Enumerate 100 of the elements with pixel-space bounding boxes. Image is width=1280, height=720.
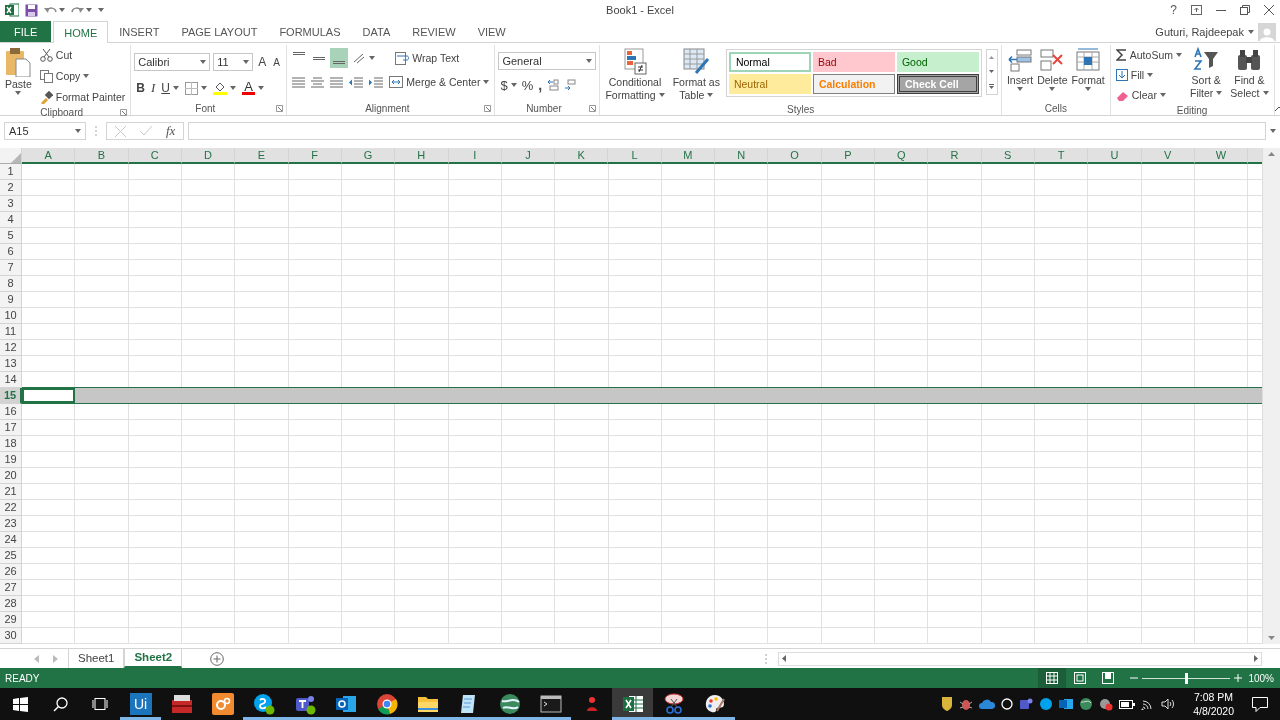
column-header[interactable]: D <box>181 148 236 164</box>
ribbon-tab[interactable]: PAGE LAYOUT <box>170 21 269 42</box>
ribbon-tab[interactable]: REVIEW <box>401 21 467 42</box>
user-name[interactable]: Guturi, Rajdeepak <box>1155 25 1244 38</box>
cell-style[interactable]: Good <box>896 52 979 72</box>
clear-button[interactable]: Clear <box>1113 85 1184 105</box>
format-as-table-button[interactable]: Format as Table <box>670 45 722 103</box>
row-header[interactable]: 18 <box>0 436 22 452</box>
row-header[interactable]: 23 <box>0 516 22 532</box>
zoom-level[interactable]: 100% <box>1242 672 1280 684</box>
paste-button[interactable]: Paste <box>3 45 34 107</box>
currency-button[interactable]: $ <box>498 75 519 95</box>
row-header[interactable]: 3 <box>0 196 22 212</box>
cells-button[interactable]: Format <box>1069 45 1107 101</box>
row-header[interactable]: 7 <box>0 260 22 276</box>
cell-row[interactable] <box>22 387 1262 404</box>
underline-button[interactable]: U <box>159 78 181 98</box>
fill-button[interactable]: Fill <box>1113 65 1184 85</box>
column-header[interactable]: M <box>661 148 716 164</box>
collapse-ribbon-button[interactable] <box>1274 106 1280 111</box>
cell-style[interactable]: Normal <box>728 52 811 72</box>
ribbon-tab[interactable]: INSERT <box>108 21 171 42</box>
shrink-font-button[interactable]: A <box>271 52 282 72</box>
row-header[interactable]: 27 <box>0 580 22 596</box>
zoom-in-button[interactable] <box>1234 674 1242 682</box>
cut-button[interactable]: Cut <box>37 45 128 65</box>
column-header[interactable]: T <box>1034 148 1089 164</box>
help-button[interactable]: ? <box>1170 3 1177 17</box>
column-header[interactable]: I <box>448 148 502 164</box>
row-header[interactable]: 15 <box>0 388 22 404</box>
dialog-launcher[interactable] <box>484 104 492 112</box>
bold-button[interactable]: B <box>134 78 147 98</box>
row-header[interactable]: 16 <box>0 404 22 420</box>
horizontal-scrollbar[interactable] <box>778 651 1262 666</box>
next-sheet-button[interactable] <box>53 654 58 663</box>
clock-time[interactable]: 7:08 PM <box>1194 690 1234 704</box>
ribbon-tab[interactable]: DATA <box>351 21 402 42</box>
column-header[interactable]: C <box>128 148 182 164</box>
grow-font-button[interactable]: A <box>256 52 269 72</box>
dialog-launcher[interactable] <box>276 104 284 112</box>
column-header[interactable]: W <box>1194 148 1249 164</box>
cell-style[interactable]: Bad <box>812 52 895 72</box>
dialog-launcher[interactable] <box>589 104 597 112</box>
view-button[interactable] <box>1038 668 1066 688</box>
column-header[interactable]: S <box>981 148 1035 164</box>
ribbon-options-button[interactable] <box>1191 5 1202 15</box>
previous-sheet-button[interactable] <box>34 654 39 663</box>
format-painter-button[interactable]: Format Painter <box>37 87 128 107</box>
cell-style[interactable]: Neutral <box>728 74 811 94</box>
font-family-dropdown[interactable]: Calibri <box>134 53 211 71</box>
row-header[interactable]: 13 <box>0 356 22 372</box>
row-header[interactable]: 25 <box>0 548 22 564</box>
column-header[interactable]: A <box>22 148 76 164</box>
row-header[interactable]: 30 <box>0 628 22 644</box>
cells-button[interactable]: Delete <box>1035 45 1070 101</box>
sheet-tab[interactable]: Sheet2 <box>124 648 183 668</box>
row-header[interactable]: 9 <box>0 292 22 308</box>
font-size-dropdown[interactable]: 11 <box>213 53 254 71</box>
wrap-text-button[interactable]: Wrap Text <box>393 48 462 68</box>
name-box[interactable]: A15 <box>4 122 86 140</box>
insert-function-button[interactable]: fx <box>166 123 176 139</box>
number-format-dropdown[interactable]: General <box>498 52 597 70</box>
column-header[interactable]: G <box>341 148 396 164</box>
column-header[interactable]: R <box>928 148 982 164</box>
vertical-scrollbar[interactable] <box>1262 148 1280 644</box>
row-header[interactable]: 5 <box>0 228 22 244</box>
conditional-formatting-button[interactable]: Conditional Formatting <box>603 45 667 103</box>
new-sheet-button[interactable] <box>210 651 225 666</box>
column-header[interactable]: P <box>821 148 875 164</box>
column-header[interactable]: H <box>395 148 449 164</box>
column-header[interactable]: F <box>288 148 342 164</box>
row-header[interactable]: 14 <box>0 372 22 388</box>
row-header[interactable]: 22 <box>0 500 22 516</box>
dialog-launcher[interactable] <box>120 109 128 116</box>
column-header[interactable]: E <box>235 148 289 164</box>
column-header[interactable]: Q <box>875 148 929 164</box>
ribbon-tab[interactable]: HOME <box>53 21 109 43</box>
row-header[interactable]: 21 <box>0 484 22 500</box>
gallery-scroll[interactable] <box>985 49 998 95</box>
row-header[interactable]: 20 <box>0 468 22 484</box>
row-header[interactable]: 8 <box>0 276 22 292</box>
column-header[interactable]: V <box>1141 148 1195 164</box>
row-header[interactable]: 24 <box>0 532 22 548</box>
row-header[interactable]: 11 <box>0 324 22 340</box>
row-header[interactable]: 6 <box>0 244 22 260</box>
row-header[interactable]: 1 <box>0 164 22 180</box>
column-header[interactable]: B <box>75 148 129 164</box>
vertical-align-button[interactable] <box>330 48 349 68</box>
merge-center-button[interactable]: Merge & Center <box>387 72 492 92</box>
restore-button[interactable] <box>1240 5 1250 15</box>
row-header[interactable]: 26 <box>0 564 22 580</box>
copy-button[interactable]: Copy <box>37 66 128 86</box>
ribbon-tab[interactable]: VIEW <box>466 21 517 42</box>
sort-filter-button[interactable]: Sort & Filter <box>1188 45 1225 105</box>
row-header[interactable]: 28 <box>0 596 22 612</box>
file-menu-button[interactable]: FILE <box>0 21 52 42</box>
column-header[interactable]: N <box>715 148 769 164</box>
zoom-thumb[interactable] <box>1185 672 1188 684</box>
italic-button[interactable]: I <box>149 78 158 98</box>
expand-formula-button[interactable] <box>1270 129 1276 133</box>
